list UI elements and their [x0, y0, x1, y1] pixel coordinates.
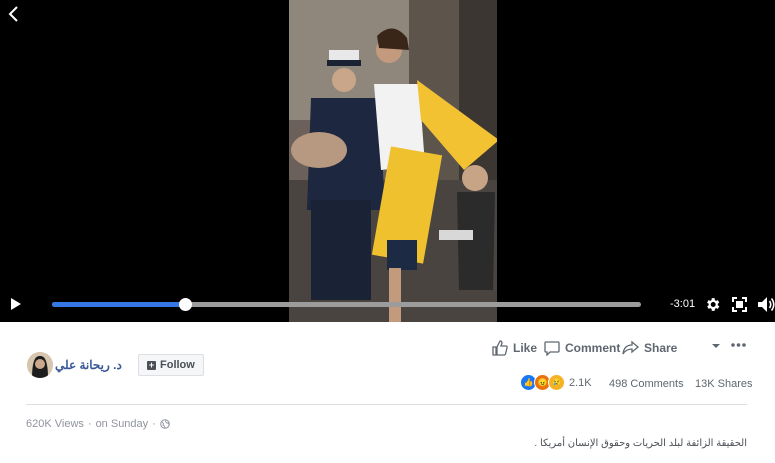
time-remaining: -3:01	[670, 298, 696, 310]
video-frame[interactable]	[289, 0, 497, 322]
comment-button[interactable]: Comment	[544, 340, 620, 356]
share-label: Share	[644, 341, 678, 355]
progress-fill	[52, 302, 186, 307]
fullscreen-icon[interactable]	[732, 297, 747, 312]
follow-label: Follow	[160, 359, 195, 371]
post-time[interactable]: on Sunday	[96, 418, 149, 430]
post-description: الحقيقة الزائفة لبلد الحريات وحقوق الإنس…	[534, 438, 747, 449]
comment-label: Comment	[565, 341, 621, 355]
page-name[interactable]: د. ريحانة علي	[55, 358, 122, 372]
share-icon	[622, 340, 639, 355]
comment-icon	[544, 341, 560, 356]
video-controls: -3:01	[0, 288, 775, 322]
globe-icon	[160, 419, 170, 429]
reaction-count: 2.1K	[569, 376, 592, 389]
back-icon[interactable]	[6, 4, 22, 24]
post-info: د. ريحانة علي + Follow Like Comment Shar…	[0, 322, 775, 463]
post-meta: 620K Views · on Sunday ·	[26, 418, 170, 430]
share-button[interactable]: Share	[622, 340, 677, 356]
volume-icon[interactable]	[757, 296, 775, 313]
comments-count[interactable]: 498 Comments	[609, 378, 684, 390]
follow-icon: +	[147, 359, 156, 370]
meta-separator: ·	[152, 418, 156, 430]
more-icon[interactable]	[731, 342, 746, 348]
like-button[interactable]: Like	[492, 340, 537, 356]
reactions-summary[interactable]: 👍 😠 😢 2.1K	[520, 374, 592, 391]
gear-icon[interactable]	[704, 296, 721, 313]
sad-reaction-icon: 😢	[548, 374, 565, 391]
progress-handle[interactable]	[179, 298, 193, 311]
like-icon	[492, 340, 508, 356]
play-icon[interactable]	[10, 297, 22, 311]
divider	[26, 404, 747, 405]
video-player[interactable]: -3:01	[0, 0, 775, 322]
chevron-down-icon[interactable]	[711, 342, 721, 350]
progress-bar[interactable]	[52, 298, 641, 311]
meta-separator: ·	[87, 418, 92, 430]
views-count: 620K Views	[26, 418, 84, 430]
shares-count[interactable]: 13K Shares	[695, 378, 752, 390]
follow-button[interactable]: + Follow	[138, 354, 204, 376]
like-label: Like	[513, 341, 538, 355]
avatar[interactable]	[27, 352, 53, 378]
